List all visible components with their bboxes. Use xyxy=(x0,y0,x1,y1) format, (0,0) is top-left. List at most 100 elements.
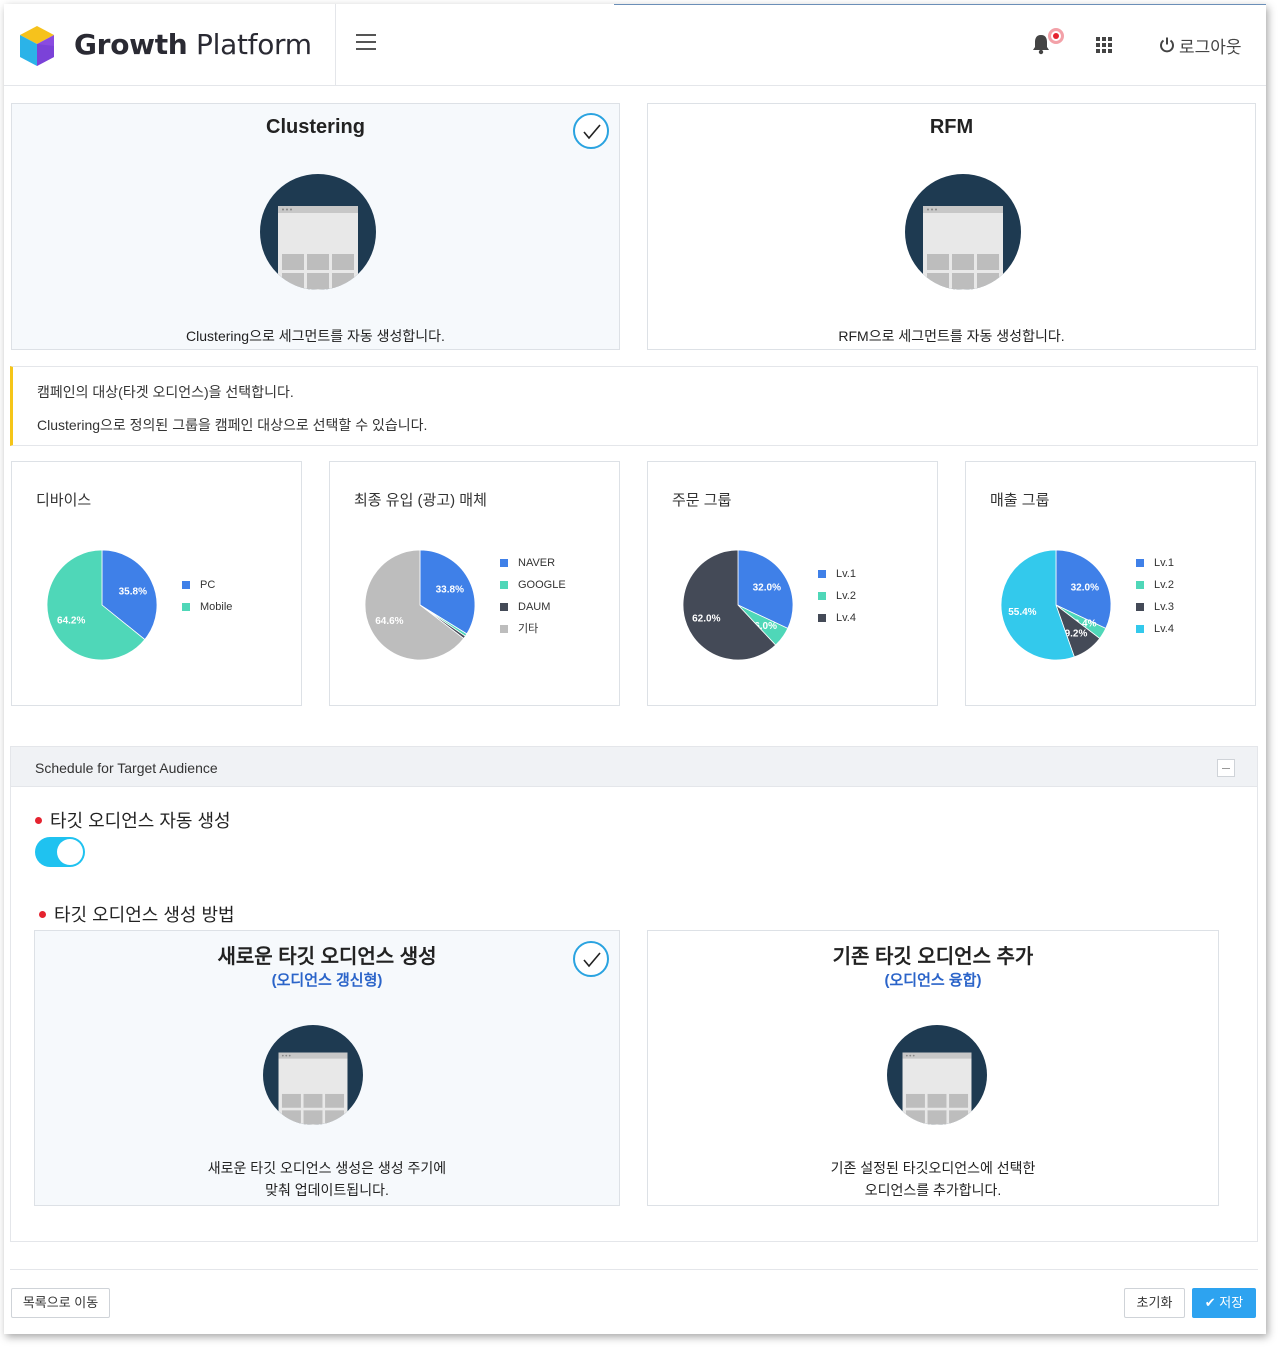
pie-data-label: 55.4% xyxy=(1008,607,1036,618)
selected-check-icon[interactable] xyxy=(573,941,609,977)
legend-label: Lv.4 xyxy=(1154,623,1174,635)
selected-check-icon[interactable] xyxy=(573,113,609,149)
create-method-label: 타깃 오디언스 생성 방법 xyxy=(39,901,235,927)
cube-logo-icon xyxy=(20,26,54,66)
chart-card-order-group: 주문 그룹 32.0% 6.0% 62.0% Lv.1 Lv.2 Lv.4 xyxy=(647,461,938,706)
chart-legend: Lv.1 Lv.2 Lv.4 xyxy=(818,568,856,634)
option-title: 새로운 타깃 오디언스 생성 xyxy=(217,946,437,968)
chart-legend: Lv.1 Lv.2 Lv.3 Lv.4 xyxy=(1136,557,1174,645)
notification-badge xyxy=(1048,28,1064,44)
schedule-panel-header: Schedule for Target Audience xyxy=(11,747,1257,787)
legend-item[interactable]: 기타 xyxy=(500,623,566,645)
required-dot-icon xyxy=(35,816,42,824)
check-icon: ✔ xyxy=(1204,1295,1216,1310)
clustering-card[interactable]: Clustering Clustering으로 세그먼트를 자동 생성합니다. xyxy=(11,103,620,350)
legend-item[interactable]: PC xyxy=(182,579,232,601)
menu-toggle-icon[interactable] xyxy=(356,34,376,52)
schedule-panel: Schedule for Target Audience 타깃 오디언스 자동 … xyxy=(10,746,1258,1242)
device-pie-chart: 35.8% 64.2% xyxy=(46,549,158,661)
legend-swatch xyxy=(1136,559,1144,567)
legend-label: Lv.1 xyxy=(1154,557,1174,569)
legend-item[interactable]: Lv.1 xyxy=(1136,557,1174,579)
legend-label: Mobile xyxy=(200,601,233,613)
chart-card-media: 최종 유입 (광고) 매체 33.8% 64.6% NAVER GOOGLE DAUM… xyxy=(329,461,620,706)
option-description-1: 새로운 타깃 오디언스 생성은 생성 주기에 xyxy=(207,1160,447,1176)
power-icon xyxy=(1160,37,1174,53)
new-audience-option-card[interactable]: 새로운 타깃 오디언스 생성 (오디언스 갱신형) 새로운 타깃 오디언스 생성… xyxy=(34,930,620,1206)
option-description-1: 기존 설정된 타깃오디언스에 선택한 xyxy=(830,1160,1036,1176)
auto-create-label: 타깃 오디언스 자동 생성 xyxy=(35,807,231,833)
card-title: Clustering xyxy=(266,116,365,138)
legend-swatch xyxy=(818,614,826,622)
card-title: RFM xyxy=(929,116,974,138)
legend-swatch xyxy=(500,559,508,567)
media-pie-chart: 33.8% 64.6% xyxy=(364,549,476,661)
pie-data-label: 32.0% xyxy=(753,583,781,594)
option-subtitle: (오디언스 융합) xyxy=(884,972,982,989)
legend-label: Lv.2 xyxy=(836,590,856,602)
chart-legend: PC Mobile xyxy=(182,579,232,623)
legend-swatch xyxy=(182,603,190,611)
card-description: RFM으로 세그먼트를 자동 생성합니다. xyxy=(838,328,1065,344)
app-window: Growth Platform 로그아웃 Clustering Clusteri… xyxy=(4,4,1266,1334)
pie-data-label: 64.2% xyxy=(57,616,85,627)
legend-item[interactable]: Lv.4 xyxy=(1136,623,1174,645)
option-subtitle: (오디언스 갱신형) xyxy=(271,972,383,989)
layout-illustration-icon xyxy=(260,174,376,290)
sales-group-pie-chart: 32.0%3.4%9.2%55.4% xyxy=(1000,549,1112,661)
option-title: 기존 타깃 오디언스 추가 xyxy=(832,946,1034,968)
legend-item[interactable]: Lv.1 xyxy=(818,568,856,590)
legend-swatch xyxy=(1136,581,1144,589)
save-button[interactable]: ✔ 저장 xyxy=(1192,1288,1256,1318)
legend-label: NAVER xyxy=(518,557,556,569)
legend-item[interactable]: Mobile xyxy=(182,601,232,623)
pie-data-label: 64.6% xyxy=(375,616,403,627)
pie-data-label: 32.0% xyxy=(1071,583,1099,594)
legend-item[interactable]: GOOGLE xyxy=(500,579,566,601)
legend-label: GOOGLE xyxy=(518,579,566,591)
apps-grid-icon[interactable] xyxy=(1096,37,1112,53)
legend-label: Lv.3 xyxy=(1154,601,1174,613)
logout-label: 로그아웃 xyxy=(1179,37,1242,57)
legend-item[interactable]: Lv.4 xyxy=(818,612,856,634)
required-dot-icon xyxy=(39,910,46,918)
reset-button[interactable]: 초기화 xyxy=(1124,1288,1185,1318)
legend-item[interactable]: NAVER xyxy=(500,557,566,579)
brand-area[interactable]: Growth Platform xyxy=(4,4,336,86)
legend-swatch xyxy=(500,581,508,589)
legend-item[interactable]: Lv.3 xyxy=(1136,601,1174,623)
order-group-pie-chart: 32.0%6.0%62.0% xyxy=(682,549,794,661)
footer-divider xyxy=(10,1269,1258,1270)
notice-line-2: Clustering으로 정의된 그룹을 캠페인 대상으로 선택할 수 있습니다… xyxy=(37,417,428,433)
legend-item[interactable]: Lv.2 xyxy=(1136,579,1174,601)
top-navbar: Growth Platform 로그아웃 xyxy=(4,4,1266,86)
legend-swatch xyxy=(818,592,826,600)
back-to-list-button[interactable]: 목록으로 이동 xyxy=(11,1288,110,1318)
legend-label: DAUM xyxy=(518,601,551,613)
info-notice: 캠페인의 대상(타겟 오디언스)을 선택합니다. Clustering으로 정의… xyxy=(10,366,1258,446)
header-accent-line xyxy=(614,4,1266,5)
merge-audience-option-card[interactable]: 기존 타깃 오디언스 추가 (오디언스 융합) 기존 설정된 타깃오디언스에 선… xyxy=(647,930,1219,1206)
pie-data-label: 33.8% xyxy=(436,584,464,595)
auto-create-toggle[interactable] xyxy=(35,837,85,867)
chart-legend: NAVER GOOGLE DAUM 기타 xyxy=(500,557,566,645)
legend-item[interactable]: DAUM xyxy=(500,601,566,623)
brand-name: Growth Platform xyxy=(74,28,312,61)
legend-label: PC xyxy=(200,579,216,591)
option-description-2: 오디언스를 추가합니다. xyxy=(864,1182,1002,1198)
pie-data-label: 62.0% xyxy=(692,614,720,625)
logout-button[interactable]: 로그아웃 xyxy=(1158,34,1242,57)
legend-item[interactable]: Lv.2 xyxy=(818,590,856,612)
save-label: 저장 xyxy=(1219,1295,1244,1310)
chart-card-device: 디바이스 35.8% 64.2% PC Mobile xyxy=(11,461,302,706)
legend-swatch xyxy=(1136,603,1144,611)
collapse-button[interactable] xyxy=(1217,759,1235,777)
legend-swatch xyxy=(1136,625,1144,633)
rfm-card[interactable]: RFM RFM으로 세그먼트를 자동 생성합니다. xyxy=(647,103,1256,350)
legend-label: 기타 xyxy=(518,623,539,635)
legend-swatch xyxy=(818,570,826,578)
notice-line-1: 캠페인의 대상(타겟 오디언스)을 선택합니다. xyxy=(37,384,294,400)
layout-illustration-icon xyxy=(887,1025,987,1125)
pie-data-label: 35.8% xyxy=(119,586,147,597)
legend-label: Lv.4 xyxy=(836,612,856,624)
